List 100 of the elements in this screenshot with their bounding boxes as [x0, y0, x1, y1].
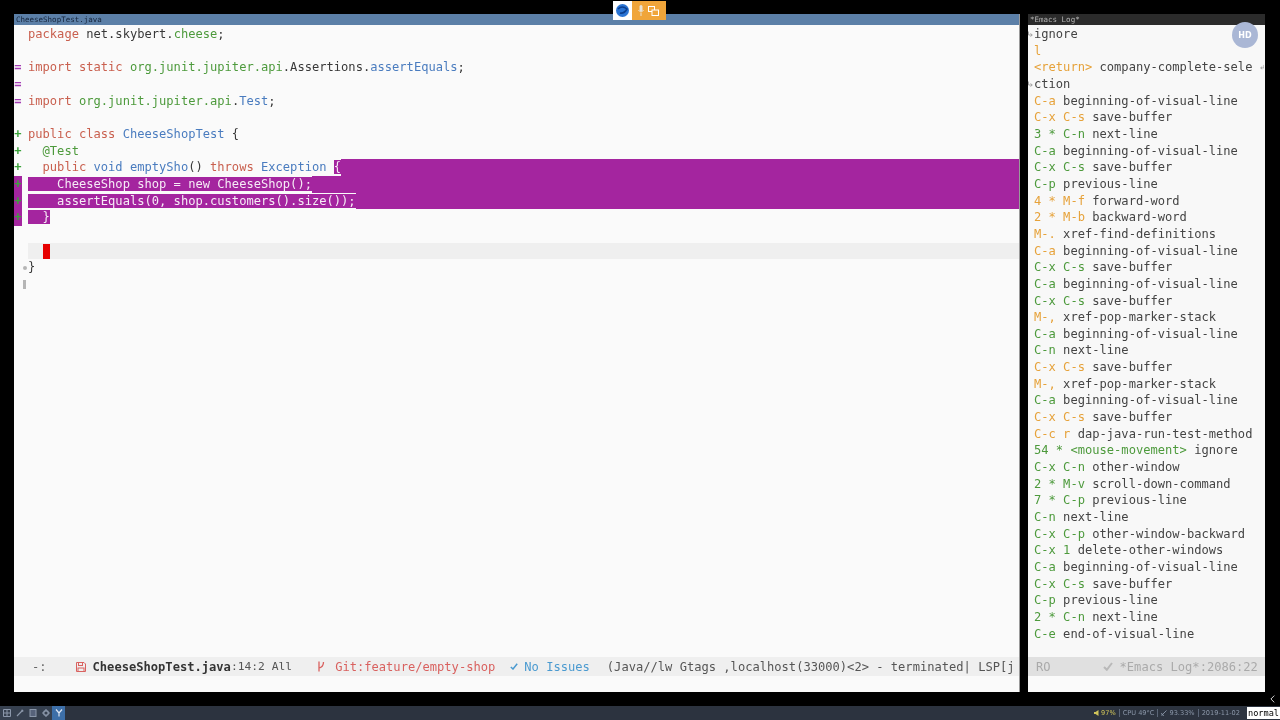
code-line: public class CheeseShopTest { — [28, 125, 240, 143]
command-name: backward-word — [1092, 209, 1187, 226]
command-name: xref-pop-marker-stack — [1063, 309, 1216, 326]
git-branch[interactable]: Git:feature/empty-shop — [335, 659, 496, 674]
key-sequence: 2 * C-n — [1034, 608, 1085, 626]
diff-marker: + — [14, 175, 22, 193]
command-name: dap-java-run-test-method — [1077, 425, 1253, 443]
command-name: save-buffer — [1092, 292, 1173, 310]
branch-icon — [317, 661, 326, 672]
command-name: save-buffer — [1092, 159, 1173, 176]
command-name: beginning-of-visual-line — [1063, 559, 1238, 576]
command-name: beginning-of-visual-line — [1063, 275, 1238, 293]
windows-icon[interactable] — [648, 5, 659, 16]
key-sequence: C-p — [1034, 592, 1056, 609]
diff-marker: = — [14, 59, 22, 76]
key-sequence: C-n — [1034, 509, 1056, 526]
command-name: previous-line — [1092, 492, 1187, 510]
key-sequence: 2 * M-v — [1034, 475, 1085, 493]
command-name: save-buffer — [1092, 359, 1173, 376]
key-sequence: C-x C-p — [1034, 525, 1085, 543]
checker-status[interactable]: No Issues — [524, 659, 590, 674]
key-sequence: C-x C-s — [1034, 359, 1085, 376]
key-sequence: C-x C-s — [1034, 575, 1085, 593]
floppy-icon — [75, 661, 86, 672]
command-name: next-line — [1063, 342, 1129, 360]
command-name: ction — [1034, 75, 1071, 93]
key-sequence: C-a — [1034, 275, 1056, 293]
code-line: public void emptySho() throws Exception { — [41, 159, 342, 176]
cursor-position: :14:2 All — [230, 660, 293, 673]
command-name: next-line — [1063, 509, 1129, 526]
key-sequence: <return> — [1034, 59, 1093, 76]
key-sequence: C-n — [1034, 342, 1056, 360]
diff-marker: + — [14, 125, 22, 143]
code-line: import static org.junit.jupiter.api.Assertions.assertEquals; — [28, 59, 465, 76]
key-sequence: C-c r — [1034, 425, 1071, 443]
command-name: forward-word — [1092, 192, 1180, 210]
command-name: end-of-visual-line — [1063, 625, 1195, 643]
key-sequence: C-a — [1034, 392, 1056, 410]
taskbar-button[interactable] — [39, 706, 52, 720]
key-sequence: C-a — [1034, 559, 1056, 576]
code-line: } — [28, 259, 36, 276]
command-name: beginning-of-visual-line — [1063, 242, 1238, 260]
command-name: beginning-of-visual-line — [1063, 92, 1238, 110]
grid-icon — [2, 709, 11, 717]
key-sequence: C-x C-s — [1034, 159, 1085, 176]
command-name: xref-pop-marker-stack — [1063, 375, 1216, 393]
buffer-name: CheeseShopTest.java — [92, 659, 231, 674]
link-icon — [1161, 710, 1168, 716]
input-mode-indicator: normal — [1246, 707, 1280, 719]
command-name: save-buffer — [1092, 409, 1173, 426]
gear-icon — [41, 709, 50, 717]
taskbar-button[interactable] — [13, 706, 26, 720]
diff-marker: + — [14, 159, 22, 176]
key-sequence: 3 * C-n — [1034, 125, 1085, 143]
diff-marker: = — [14, 75, 22, 93]
check-icon — [1102, 662, 1113, 671]
buffer-state: -: — [32, 659, 47, 674]
diff-marker: + — [14, 192, 22, 210]
key-sequence: C-a — [1034, 325, 1056, 343]
code-line: @Test — [41, 142, 79, 160]
command-name: previous-line — [1063, 592, 1158, 609]
box-icon — [28, 709, 37, 717]
key-sequence: C-a — [1034, 242, 1056, 260]
command-name: save-buffer — [1092, 109, 1173, 126]
key-sequence: C-x C-s — [1034, 259, 1085, 276]
key-sequence: C-x C-s — [1034, 109, 1085, 126]
key-sequence: 4 * M-f — [1034, 192, 1085, 210]
avatar: HD — [1232, 22, 1258, 48]
diff-marker: + — [14, 142, 22, 160]
command-name: other-window-backward — [1092, 525, 1246, 543]
key-sequence: C-x C-s — [1034, 292, 1085, 310]
command-name: delete-other-windows — [1077, 542, 1224, 559]
command-name: next-line — [1092, 608, 1158, 626]
taskbar-button[interactable] — [26, 706, 39, 720]
code-line: import org.junit.jupiter.api.Test; — [28, 92, 276, 110]
command-name: previous-line — [1063, 175, 1158, 193]
key-sequence: C-x C-s — [1034, 409, 1085, 426]
speaker-icon — [1094, 710, 1099, 716]
key-sequence: l — [1034, 42, 1042, 60]
code-line: package net.skybert.cheese; — [28, 26, 225, 43]
command-name: ignore — [1034, 26, 1078, 43]
diff-marker: = — [14, 92, 22, 110]
key-sequence: C-a — [1034, 92, 1056, 110]
chevron-icon[interactable] — [1270, 695, 1275, 703]
check-icon — [510, 663, 519, 670]
key-sequence: M-. — [1034, 225, 1056, 243]
key-sequence: C-x C-n — [1034, 459, 1085, 476]
command-name: save-buffer — [1092, 259, 1173, 276]
command-name: xref-find-definitions — [1063, 225, 1216, 243]
key-sequence: C-x 1 — [1034, 542, 1071, 559]
key-sequence: M-, — [1034, 309, 1056, 326]
command-name: scroll-down-command — [1092, 475, 1231, 493]
command-name: other-window — [1092, 459, 1180, 476]
taskbar-button[interactable] — [52, 706, 65, 720]
globe-icon[interactable] — [613, 1, 632, 20]
taskbar-button[interactable] — [0, 706, 13, 720]
pen-icon — [15, 709, 24, 717]
key-sequence: 2 * M-b — [1034, 209, 1085, 226]
command-name: beginning-of-visual-line — [1063, 325, 1238, 343]
mode-list: (Java//lw Gtags ,localhost(33000)<2> - terminated| LSP[j — [606, 659, 1015, 674]
